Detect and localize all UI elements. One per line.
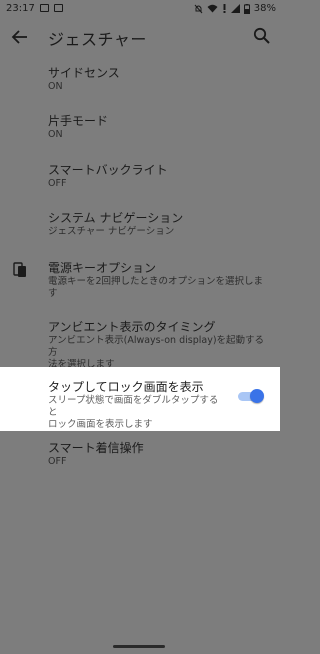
setting-summary: ON xyxy=(48,81,63,92)
app-bar: ジェスチャー xyxy=(0,19,280,55)
setting-smart-backlight[interactable]: スマートバックライト OFF xyxy=(0,162,280,190)
image-notification-icon xyxy=(40,4,49,12)
setting-title: システム ナビゲーション xyxy=(48,211,184,225)
alert-icon xyxy=(223,4,226,13)
setting-summary: ジェスチャー ナビゲーション xyxy=(48,226,175,237)
setting-system-navigation[interactable]: システム ナビゲーション ジェスチャー ナビゲーション xyxy=(0,210,280,238)
page-title: ジェスチャー xyxy=(48,30,147,49)
setting-title: スマートバックライト xyxy=(48,163,168,177)
setting-ambient-display-timing[interactable]: アンビエント表示のタイミング アンビエント表示(Always-on displa… xyxy=(0,319,280,371)
setting-summary-line: 電源キーを2回押したときのオプションを選択しま xyxy=(48,276,264,287)
search-icon[interactable] xyxy=(252,26,272,46)
setting-title: タップしてロック画面を表示 xyxy=(48,380,204,394)
power-key-icon xyxy=(13,262,26,277)
mute-icon xyxy=(194,4,203,13)
battery-icon xyxy=(243,3,250,14)
setting-smart-call-handling[interactable]: スマート着信操作 OFF xyxy=(0,440,280,468)
setting-tap-to-show-lock-screen[interactable]: タップしてロック画面を表示 スリープ状態で画面をダブルタップすると ロック画面を… xyxy=(0,367,280,431)
wifi-icon xyxy=(207,4,218,13)
setting-title: 片手モード xyxy=(48,114,109,128)
status-bar: 23:17 38% xyxy=(0,0,280,19)
status-time: 23:17 xyxy=(6,3,35,14)
setting-summary: ON xyxy=(48,129,63,140)
setting-summary: OFF xyxy=(48,178,67,189)
lock-screen-toggle[interactable] xyxy=(236,389,264,403)
gesture-navigation-handle[interactable] xyxy=(113,645,165,648)
status-icons: 38% xyxy=(194,3,276,14)
setting-summary-line: す xyxy=(48,288,58,299)
image-notification-icon xyxy=(54,4,63,12)
setting-title: サイドセンス xyxy=(48,66,120,80)
setting-power-key-options[interactable]: 電源キーオプション 電源キーを2回押したときのオプションを選択しま す xyxy=(0,260,280,300)
setting-title: 電源キーオプション xyxy=(48,261,157,275)
setting-title: スマート着信操作 xyxy=(48,441,144,455)
setting-one-handed-mode[interactable]: 片手モード ON xyxy=(0,113,280,141)
setting-summary-line: アンビエント表示(Always-on display)を起動する方 xyxy=(48,335,265,358)
setting-summary-line: ロック画面を表示します xyxy=(48,419,153,430)
setting-title: アンビエント表示のタイミング xyxy=(48,320,216,334)
setting-summary-line: スリープ状態で画面をダブルタップすると xyxy=(48,395,219,418)
setting-side-sense[interactable]: サイドセンス ON xyxy=(0,65,280,93)
setting-summary: OFF xyxy=(48,456,67,467)
back-arrow-icon[interactable] xyxy=(9,26,31,48)
toggle-thumb xyxy=(250,389,264,403)
signal-icon xyxy=(230,4,240,13)
battery-percent: 38% xyxy=(253,3,276,14)
